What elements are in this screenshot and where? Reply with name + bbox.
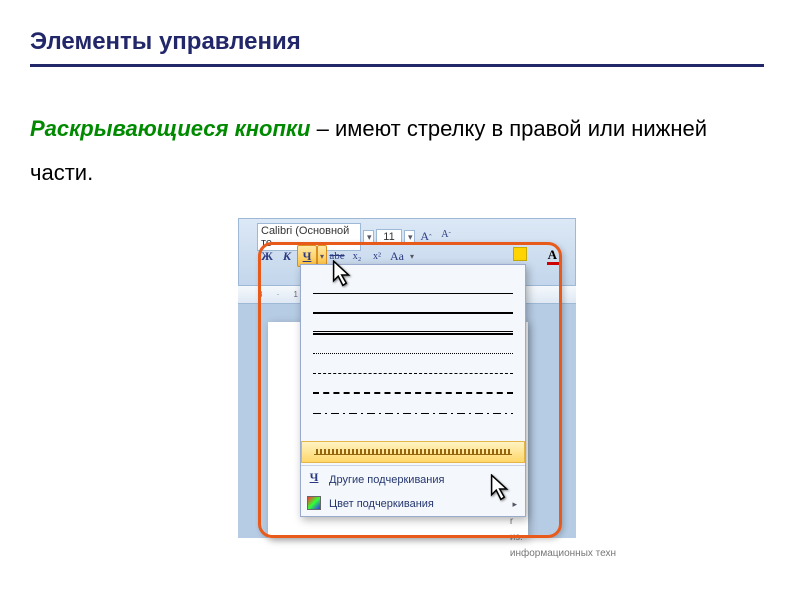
underline-option-dotted[interactable] — [301, 343, 525, 363]
italic-button[interactable]: К — [277, 245, 297, 267]
color-palette-icon — [307, 496, 321, 510]
font-name-dropdown-arrow[interactable]: ▾ — [363, 230, 374, 245]
underline-icon: Ч — [307, 472, 321, 486]
underline-option-solid[interactable] — [301, 283, 525, 303]
underline-color-label: Цвет подчеркивания — [329, 498, 434, 510]
shrink-font-button[interactable]: Aˇ — [437, 229, 455, 245]
font-size-combo[interactable]: 11 — [376, 229, 402, 245]
font-size-dropdown-arrow[interactable]: ▾ — [404, 230, 415, 245]
underline-dropdown-menu: Ч Другие подчеркивания Цвет подчеркивани… — [300, 264, 526, 517]
wave-sample-icon — [314, 449, 512, 455]
submenu-arrow-icon: ▸ — [512, 499, 517, 510]
underline-option-none[interactable] — [301, 265, 525, 283]
page-title: Элементы управления — [30, 28, 764, 56]
underline-color-menu-item[interactable]: Цвет подчеркивания ▸ — [301, 492, 525, 516]
font-color-button[interactable]: A — [548, 247, 557, 263]
description-paragraph: Раскрывающиеся кнопки – имеют стрелку в … — [0, 67, 794, 195]
word-screenshot: Calibri (Основной те ▾ 11 ▾ Aˆ Aˇ Ж К Ч … — [238, 218, 576, 538]
underline-option-blank2[interactable] — [301, 423, 525, 441]
underline-option-thick[interactable] — [301, 303, 525, 323]
underline-option-long-dash[interactable] — [301, 383, 525, 403]
highlight-color-button[interactable] — [513, 247, 527, 261]
more-underlines-label: Другие подчеркивания — [329, 474, 444, 486]
more-underlines-menu-item[interactable]: Ч Другие подчеркивания — [301, 468, 525, 492]
underline-option-dash-dot[interactable] — [301, 403, 525, 423]
term-highlight: Раскрывающиеся кнопки — [30, 116, 311, 141]
underline-option-double[interactable] — [301, 323, 525, 343]
menu-separator — [301, 465, 525, 466]
bold-button[interactable]: Ж — [257, 245, 277, 267]
underline-option-wave[interactable] — [301, 441, 525, 463]
underline-option-dashed[interactable] — [301, 363, 525, 383]
grow-font-button[interactable]: Aˆ — [417, 229, 435, 245]
